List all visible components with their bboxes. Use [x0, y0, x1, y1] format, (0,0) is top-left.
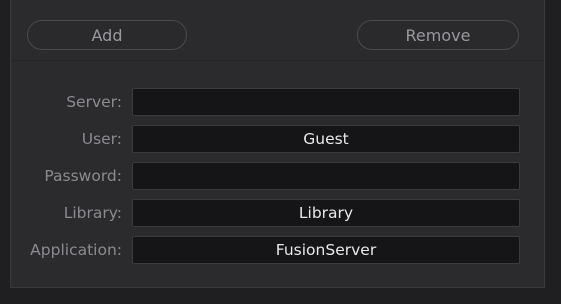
password-label: Password:	[44, 167, 122, 185]
library-field[interactable]: Library	[132, 199, 520, 227]
library-label: Library:	[63, 204, 122, 222]
application-field[interactable]: FusionServer	[132, 236, 520, 264]
application-label: Application:	[30, 241, 122, 259]
server-settings-panel: Add Remove Server: User: Guest Password:…	[10, 0, 545, 288]
section-divider	[11, 60, 544, 61]
user-field[interactable]: Guest	[132, 125, 520, 153]
user-label: User:	[81, 130, 122, 148]
server-field[interactable]	[132, 88, 520, 116]
add-button[interactable]: Add	[27, 20, 187, 50]
remove-button[interactable]: Remove	[357, 20, 519, 50]
password-field[interactable]	[132, 162, 520, 190]
server-label: Server:	[66, 93, 122, 111]
